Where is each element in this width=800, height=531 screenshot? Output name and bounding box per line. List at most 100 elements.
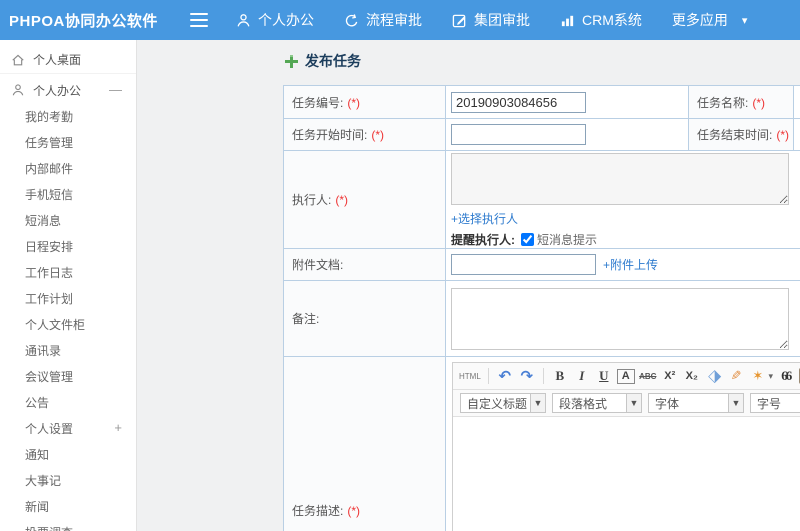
strikethrough-button[interactable]: ABC [639,366,657,386]
sidebar-item-label: 内部邮件 [25,161,74,176]
sidebar-item-work-log[interactable]: 工作日志 [0,259,136,285]
sidebar-item-short-message[interactable]: 短消息 [0,207,136,233]
html-source-button[interactable]: HTML [459,366,481,386]
font-size-select[interactable]: 字号▼ [750,393,800,413]
sidebar-item-survey[interactable]: 投票调查 [0,519,136,531]
blockquote-button[interactable]: 66 [777,366,795,386]
sidebar-item-personal-office[interactable]: 个人办公 — [0,77,136,103]
sidebar-item-personal-settings[interactable]: 个人设置 + [0,415,136,441]
nav-item-crm-system[interactable]: CRM系统 [560,10,642,30]
rich-text-editor: HTML↶↷BIUAABCX²X₂◪✎✶▾66TA▾ 自定义标题▼段落格式▼字体… [452,362,800,531]
font-box-button[interactable]: A [616,368,635,384]
sidebar-item-announcement[interactable]: 公告 [0,389,136,415]
sidebar-item-label: 个人设置 [25,421,74,436]
sidebar-item-label: 个人文件柜 [25,317,86,332]
bold-button[interactable]: B [551,366,569,386]
editor-content[interactable] [453,417,800,531]
nav-item-label: CRM系统 [582,12,642,28]
sms-remind-label: 短消息提示 [537,233,598,247]
superscript-button[interactable]: X² [661,366,679,386]
sidebar-item-major-events[interactable]: 大事记 [0,467,136,493]
nav-item-label: 集团审批 [474,12,530,28]
select-value: 字号 [757,396,782,411]
sidebar-item-label: 我的考勤 [25,109,74,124]
chevron-down-icon[interactable]: ▾ [742,14,748,27]
sms-remind-checkbox[interactable] [521,233,534,246]
paragraph-format-select[interactable]: 段落格式 ▼ [552,393,642,413]
table-row: 备注: [283,280,800,357]
sidebar-item-label: 通讯录 [25,343,62,358]
select-value: 段落格式 [559,396,608,411]
executor-textarea[interactable] [451,153,789,205]
wand-caret-icon[interactable]: ▾ [767,366,775,386]
nav-item-workflow-approval[interactable]: 流程审批 [344,10,422,30]
remark-label: 备注: [292,312,320,326]
start-time-input[interactable] [451,124,586,145]
sidebar-item-label: 投票调查 [25,524,73,531]
required-mark: (*) [335,193,349,207]
toolbar-separator [487,368,489,384]
table-row: 附件文档: +附件上传 [283,248,800,281]
required-mark: (*) [347,504,361,518]
undo-button[interactable]: ↶ [496,366,514,386]
chart-icon [560,13,575,28]
nav-item-more-apps[interactable]: 更多应用 ▾ [672,10,748,30]
description-label: 任务描述: [292,504,344,518]
sidebar-item-label: 工作计划 [25,291,74,306]
sidebar-item-label: 短消息 [25,213,62,228]
chevron-down-icon[interactable]: ▼ [626,394,641,412]
sidebar: 个人桌面个人办公 — 我的考勤任务管理内部邮件手机短信短消息日程安排工作日志工作计划… [0,40,137,531]
sidebar-item-label: 手机短信 [25,187,74,202]
approval-icon [344,13,359,28]
attachment-input[interactable] [451,254,596,275]
sidebar-item-contacts[interactable]: 通讯录 [0,337,136,363]
nav-item-personal-office[interactable]: 个人办公 [236,10,314,30]
task-no-label: 任务编号: [292,95,344,110]
wand-button[interactable]: ✶ [749,366,767,386]
remark-textarea[interactable] [451,287,789,350]
sidebar-item-personal-file-cabinet[interactable]: 个人文件柜 [0,311,136,337]
chevron-down-icon[interactable]: ▼ [530,394,545,412]
sidebar-item-internal-mail[interactable]: 内部邮件 [0,155,136,181]
sidebar-item-label: 新闻 [25,499,50,514]
eraser-button[interactable]: ◪ [700,363,727,389]
sidebar-item-my-attendance[interactable]: 我的考勤 [0,103,136,129]
nav-item-group-approval[interactable]: 集团审批 [452,10,530,30]
menu-toggle-icon[interactable] [190,13,208,27]
custom-title-select[interactable]: 自定义标题 ▼ [460,393,546,413]
sidebar-item-news[interactable]: 新闻 [0,493,136,519]
app-window: PHPOA协同办公软件 个人办公 流程审批 集团审批 CRM系统 更多应用 ▾ 个人桌面个… [0,0,800,531]
brush-button[interactable]: ✎ [727,366,745,386]
user-icon [11,83,25,97]
executor-label: 执行人: [292,193,332,207]
home-icon [11,53,25,67]
subscript-button[interactable]: X₂ [683,366,701,386]
italic-button[interactable]: I [573,366,591,386]
sidebar-item-task-management[interactable]: 任务管理 [0,129,136,155]
sidebar-item-mobile-sms[interactable]: 手机短信 [0,181,136,207]
task-name-label: 任务名称: [697,95,749,110]
redo-button[interactable]: ↷ [518,366,536,386]
required-mark: (*) [347,95,361,110]
sidebar-item-meeting-management[interactable]: 会议管理 [0,363,136,389]
sidebar-item-personal-desktop[interactable]: 个人桌面 [0,46,136,74]
task-no-input[interactable] [451,91,586,113]
sidebar-item-label: 个人办公 [33,83,82,98]
remind-executor-label: 提醒执行人: [451,233,515,247]
sidebar-item-label: 会议管理 [25,369,74,384]
nav-item-label: 流程审批 [366,12,422,28]
choose-executor-link[interactable]: +选择执行人 [451,212,518,226]
sidebar-item-label: 工作日志 [25,265,74,280]
sidebar-item-schedule[interactable]: 日程安排 [0,233,136,259]
required-mark: (*) [371,128,385,142]
table-row: 任务开始时间: (*) 任务结束时间: (*) [283,118,800,151]
sidebar-item-work-plan[interactable]: 工作计划 [0,285,136,311]
sidebar-item-notification[interactable]: 通知 [0,441,136,467]
chevron-down-icon[interactable]: ▼ [728,394,743,412]
attachment-upload-link[interactable]: +附件上传 [603,256,658,273]
expand-icon[interactable]: + [114,415,122,441]
collapse-icon[interactable]: — [109,77,122,103]
underline-button[interactable]: U [595,366,613,386]
publish-task-form: 任务编号:(*) 任务名称:(*) 任务开始时间:(*) 任务结束时间:(*) … [283,85,800,531]
font-family-select[interactable]: 字体 ▼ [648,393,744,413]
